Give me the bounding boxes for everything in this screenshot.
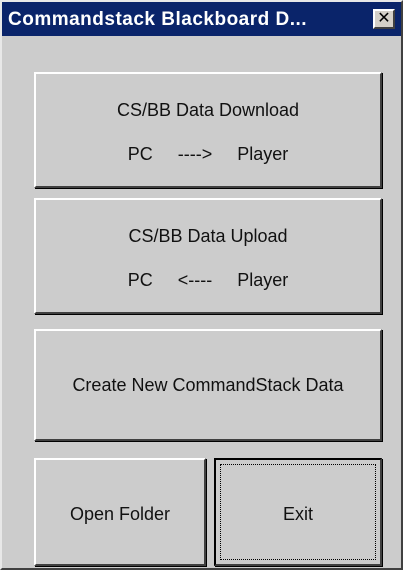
download-button[interactable]: CS/BB Data Download PC ----> Player [34, 72, 382, 188]
window-title: Commandstack Blackboard D... [8, 9, 308, 30]
upload-direction: PC <---- Player [127, 270, 289, 290]
title-bar[interactable]: Commandstack Blackboard D... ✕ [2, 2, 401, 36]
exit-label: Exit [282, 504, 313, 524]
download-direction: PC ----> Player [127, 144, 289, 164]
download-title: CS/BB Data Download [116, 100, 300, 120]
close-button[interactable]: ✕ [373, 9, 395, 29]
upload-title: CS/BB Data Upload [128, 226, 288, 246]
create-commandstack-button[interactable]: Create New CommandStack Data [34, 329, 382, 441]
close-icon: ✕ [377, 10, 391, 27]
exit-button[interactable]: Exit [214, 458, 382, 566]
open-folder-button[interactable]: Open Folder [34, 458, 206, 566]
create-commandstack-label: Create New CommandStack Data [72, 375, 344, 395]
upload-button[interactable]: CS/BB Data Upload PC <---- Player [34, 198, 382, 314]
app-window: Commandstack Blackboard D... ✕ CS/BB Dat… [0, 0, 403, 570]
open-folder-label: Open Folder [69, 504, 171, 524]
